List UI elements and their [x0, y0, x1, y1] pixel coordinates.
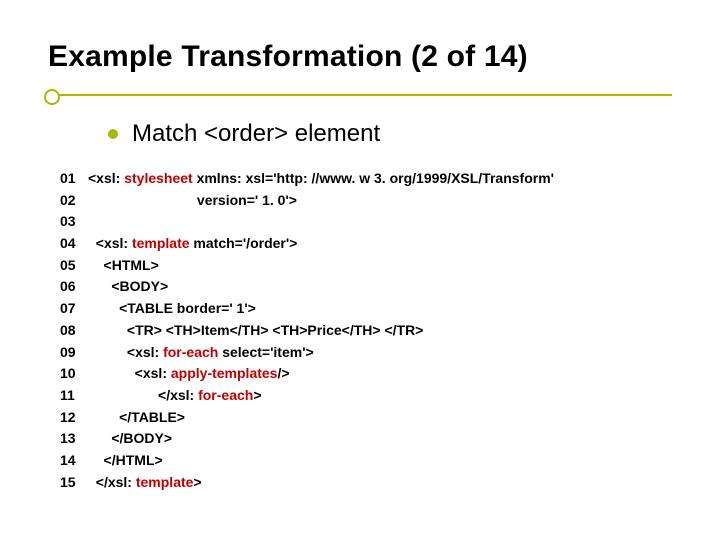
code-line: 07 <TABLE border=' 1'>: [60, 298, 672, 320]
code-text: </TABLE>: [88, 407, 185, 429]
line-number: 01: [60, 168, 88, 190]
code-line: 12 </TABLE>: [60, 407, 672, 429]
code-line: 09 <xsl: for-each select='item'>: [60, 342, 672, 364]
line-number: 07: [60, 298, 88, 320]
line-number: 08: [60, 320, 88, 342]
code-line: 11 </xsl: for-each>: [60, 385, 672, 407]
code-line: 14 </HTML>: [60, 450, 672, 472]
line-number: 14: [60, 450, 88, 472]
code-text: >: [253, 385, 261, 407]
line-number: 04: [60, 233, 88, 255]
code-text: </HTML>: [88, 450, 163, 472]
code-text: <xsl:: [88, 363, 171, 385]
code-text: select='item'>: [218, 342, 313, 364]
code-text: xmlns: xsl='http: //www. w 3. org/1999/X…: [193, 168, 554, 190]
line-number: 11: [60, 385, 88, 407]
keyword: apply-templates: [171, 363, 278, 385]
keyword: for-each: [163, 342, 218, 364]
keyword: template: [136, 472, 194, 494]
code-text: <xsl:: [88, 342, 163, 364]
slide: Example Transformation (2 of 14) Match <…: [0, 0, 720, 540]
code-text: >: [193, 472, 201, 494]
line-number: 10: [60, 363, 88, 385]
code-line: 01<xsl: stylesheet xmlns: xsl='http: //w…: [60, 168, 672, 190]
code-text: match='/order'>: [190, 233, 298, 255]
code-line: 04 <xsl: template match='/order'>: [60, 233, 672, 255]
line-number: 02: [60, 190, 88, 212]
code-text: />: [277, 363, 289, 385]
line-number: 06: [60, 276, 88, 298]
code-text: <BODY>: [88, 276, 168, 298]
code-text: <TR> <TH>Item</TH> <TH>Price</TH> </TR>: [88, 320, 423, 342]
code-text: </BODY>: [88, 428, 172, 450]
line-number: 03: [60, 211, 88, 233]
code-block: 01<xsl: stylesheet xmlns: xsl='http: //w…: [60, 168, 672, 493]
code-text: <xsl:: [88, 168, 124, 190]
code-line: 15 </xsl: template>: [60, 472, 672, 494]
code-line: 08 <TR> <TH>Item</TH> <TH>Price</TH> </T…: [60, 320, 672, 342]
divider: [48, 94, 672, 96]
subtitle-text: Match <order> element: [132, 120, 380, 148]
line-number: 13: [60, 428, 88, 450]
code-text: </xsl:: [88, 385, 198, 407]
line-number: 09: [60, 342, 88, 364]
code-text: <TABLE border=' 1'>: [88, 298, 256, 320]
code-line: 10 <xsl: apply-templates/>: [60, 363, 672, 385]
code-line: 13 </BODY>: [60, 428, 672, 450]
line-number: 12: [60, 407, 88, 429]
code-line: 05 <HTML>: [60, 255, 672, 277]
bullet-icon: [108, 129, 118, 139]
code-text: <xsl:: [88, 233, 132, 255]
keyword: for-each: [198, 385, 253, 407]
code-line: 02 version=' 1. 0'>: [60, 190, 672, 212]
code-text: version=' 1. 0'>: [88, 190, 297, 212]
code-text: </xsl:: [88, 472, 136, 494]
slide-title: Example Transformation (2 of 14): [48, 40, 672, 74]
code-text: <HTML>: [88, 255, 159, 277]
code-line: 03: [60, 211, 672, 233]
keyword: stylesheet: [124, 168, 192, 190]
line-number: 05: [60, 255, 88, 277]
line-number: 15: [60, 472, 88, 494]
subtitle-row: Match <order> element: [108, 120, 672, 148]
keyword: template: [132, 233, 190, 255]
code-line: 06 <BODY>: [60, 276, 672, 298]
